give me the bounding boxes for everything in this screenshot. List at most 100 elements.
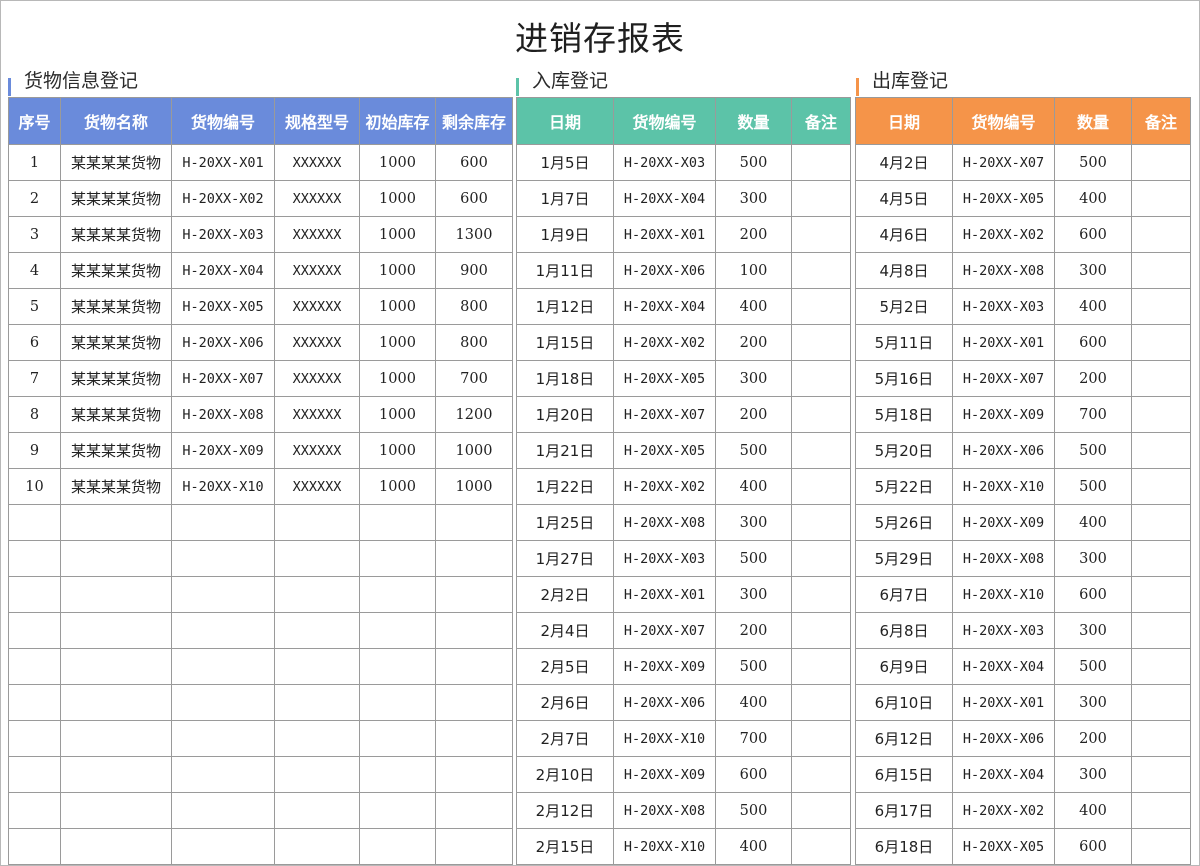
inbound-cell-date[interactable]: 1月5日 xyxy=(516,144,614,181)
inbound-cell-date[interactable]: 2月4日 xyxy=(516,612,614,649)
outbound-cell-note[interactable] xyxy=(1131,144,1191,181)
goods-cell-spec[interactable] xyxy=(274,828,360,865)
goods-cell-initial-stock[interactable] xyxy=(359,540,436,577)
outbound-cell-date[interactable]: 5月11日 xyxy=(855,324,953,361)
inbound-cell-date[interactable]: 2月10日 xyxy=(516,756,614,793)
outbound-cell-date[interactable]: 4月5日 xyxy=(855,180,953,217)
inbound-cell-code[interactable]: H-20XX-X01 xyxy=(613,216,716,253)
goods-cell-name[interactable]: 某某某某货物 xyxy=(60,252,172,289)
outbound-cell-date[interactable]: 5月18日 xyxy=(855,396,953,433)
goods-cell-index[interactable] xyxy=(8,756,61,793)
goods-cell-spec[interactable] xyxy=(274,612,360,649)
goods-cell-initial-stock[interactable] xyxy=(359,792,436,829)
goods-cell-name[interactable]: 某某某某货物 xyxy=(60,216,172,253)
outbound-cell-quantity[interactable]: 600 xyxy=(1054,324,1132,361)
goods-cell-remaining-stock[interactable]: 1000 xyxy=(435,432,513,469)
goods-cell-name[interactable]: 某某某某货物 xyxy=(60,396,172,433)
goods-cell-code[interactable]: H-20XX-X06 xyxy=(171,324,275,361)
inbound-cell-quantity[interactable]: 200 xyxy=(715,324,792,361)
goods-cell-code[interactable]: H-20XX-X10 xyxy=(171,468,275,505)
outbound-cell-quantity[interactable]: 400 xyxy=(1054,180,1132,217)
inbound-cell-code[interactable]: H-20XX-X10 xyxy=(613,720,716,757)
outbound-cell-quantity[interactable]: 600 xyxy=(1054,828,1132,865)
inbound-cell-code[interactable]: H-20XX-X04 xyxy=(613,288,716,325)
goods-cell-index[interactable]: 1 xyxy=(8,144,61,181)
outbound-cell-code[interactable]: H-20XX-X06 xyxy=(952,432,1055,469)
outbound-cell-quantity[interactable]: 500 xyxy=(1054,468,1132,505)
goods-cell-code[interactable] xyxy=(171,576,275,613)
goods-cell-remaining-stock[interactable] xyxy=(435,504,513,541)
inbound-cell-date[interactable]: 2月15日 xyxy=(516,828,614,865)
inbound-cell-quantity[interactable]: 300 xyxy=(715,180,792,217)
goods-cell-name[interactable]: 某某某某货物 xyxy=(60,324,172,361)
outbound-cell-quantity[interactable]: 400 xyxy=(1054,792,1132,829)
goods-cell-spec[interactable] xyxy=(274,684,360,721)
inbound-cell-note[interactable] xyxy=(791,324,851,361)
goods-cell-initial-stock[interactable] xyxy=(359,684,436,721)
goods-cell-remaining-stock[interactable]: 800 xyxy=(435,288,513,325)
goods-cell-name[interactable]: 某某某某货物 xyxy=(60,432,172,469)
goods-cell-index[interactable]: 10 xyxy=(8,468,61,505)
outbound-cell-code[interactable]: H-20XX-X09 xyxy=(952,504,1055,541)
goods-cell-spec[interactable] xyxy=(274,792,360,829)
goods-cell-index[interactable] xyxy=(8,612,61,649)
goods-cell-index[interactable] xyxy=(8,576,61,613)
goods-cell-name[interactable] xyxy=(60,612,172,649)
inbound-cell-note[interactable] xyxy=(791,756,851,793)
outbound-cell-code[interactable]: H-20XX-X01 xyxy=(952,324,1055,361)
inbound-cell-note[interactable] xyxy=(791,648,851,685)
goods-cell-name[interactable] xyxy=(60,792,172,829)
goods-cell-initial-stock[interactable] xyxy=(359,648,436,685)
outbound-cell-date[interactable]: 6月9日 xyxy=(855,648,953,685)
goods-cell-remaining-stock[interactable] xyxy=(435,612,513,649)
outbound-cell-date[interactable]: 5月16日 xyxy=(855,360,953,397)
outbound-cell-code[interactable]: H-20XX-X02 xyxy=(952,792,1055,829)
goods-cell-index[interactable] xyxy=(8,504,61,541)
inbound-cell-note[interactable] xyxy=(791,468,851,505)
inbound-cell-quantity[interactable]: 400 xyxy=(715,684,792,721)
inbound-cell-quantity[interactable]: 500 xyxy=(715,792,792,829)
goods-cell-initial-stock[interactable]: 1000 xyxy=(359,324,436,361)
goods-cell-initial-stock[interactable] xyxy=(359,504,436,541)
goods-cell-spec[interactable]: XXXXXX xyxy=(274,216,360,253)
outbound-cell-quantity[interactable]: 600 xyxy=(1054,216,1132,253)
goods-cell-initial-stock[interactable] xyxy=(359,828,436,865)
inbound-cell-note[interactable] xyxy=(791,612,851,649)
goods-cell-spec[interactable] xyxy=(274,756,360,793)
outbound-cell-note[interactable] xyxy=(1131,324,1191,361)
goods-cell-spec[interactable]: XXXXXX xyxy=(274,288,360,325)
outbound-cell-quantity[interactable]: 400 xyxy=(1054,288,1132,325)
goods-cell-remaining-stock[interactable]: 1300 xyxy=(435,216,513,253)
goods-cell-code[interactable] xyxy=(171,612,275,649)
goods-cell-index[interactable]: 7 xyxy=(8,360,61,397)
outbound-cell-date[interactable]: 4月6日 xyxy=(855,216,953,253)
goods-cell-initial-stock[interactable]: 1000 xyxy=(359,432,436,469)
goods-cell-name[interactable] xyxy=(60,540,172,577)
goods-cell-initial-stock[interactable]: 1000 xyxy=(359,216,436,253)
inbound-cell-quantity[interactable]: 700 xyxy=(715,720,792,757)
outbound-cell-date[interactable]: 6月7日 xyxy=(855,576,953,613)
outbound-cell-quantity[interactable]: 500 xyxy=(1054,144,1132,181)
outbound-cell-date[interactable]: 5月29日 xyxy=(855,540,953,577)
goods-cell-initial-stock[interactable]: 1000 xyxy=(359,288,436,325)
outbound-cell-code[interactable]: H-20XX-X06 xyxy=(952,720,1055,757)
inbound-cell-code[interactable]: H-20XX-X06 xyxy=(613,684,716,721)
goods-cell-remaining-stock[interactable] xyxy=(435,540,513,577)
inbound-cell-quantity[interactable]: 400 xyxy=(715,468,792,505)
outbound-cell-code[interactable]: H-20XX-X10 xyxy=(952,576,1055,613)
outbound-cell-note[interactable] xyxy=(1131,396,1191,433)
inbound-cell-quantity[interactable]: 300 xyxy=(715,360,792,397)
inbound-cell-quantity[interactable]: 500 xyxy=(715,540,792,577)
goods-cell-spec[interactable]: XXXXXX xyxy=(274,144,360,181)
inbound-cell-quantity[interactable]: 200 xyxy=(715,396,792,433)
outbound-cell-code[interactable]: H-20XX-X08 xyxy=(952,540,1055,577)
outbound-cell-note[interactable] xyxy=(1131,216,1191,253)
outbound-cell-note[interactable] xyxy=(1131,504,1191,541)
goods-cell-index[interactable]: 8 xyxy=(8,396,61,433)
outbound-cell-date[interactable]: 6月10日 xyxy=(855,684,953,721)
goods-cell-name[interactable] xyxy=(60,828,172,865)
goods-cell-initial-stock[interactable]: 1000 xyxy=(359,144,436,181)
inbound-cell-code[interactable]: H-20XX-X03 xyxy=(613,540,716,577)
goods-cell-initial-stock[interactable]: 1000 xyxy=(359,468,436,505)
goods-cell-name[interactable] xyxy=(60,576,172,613)
